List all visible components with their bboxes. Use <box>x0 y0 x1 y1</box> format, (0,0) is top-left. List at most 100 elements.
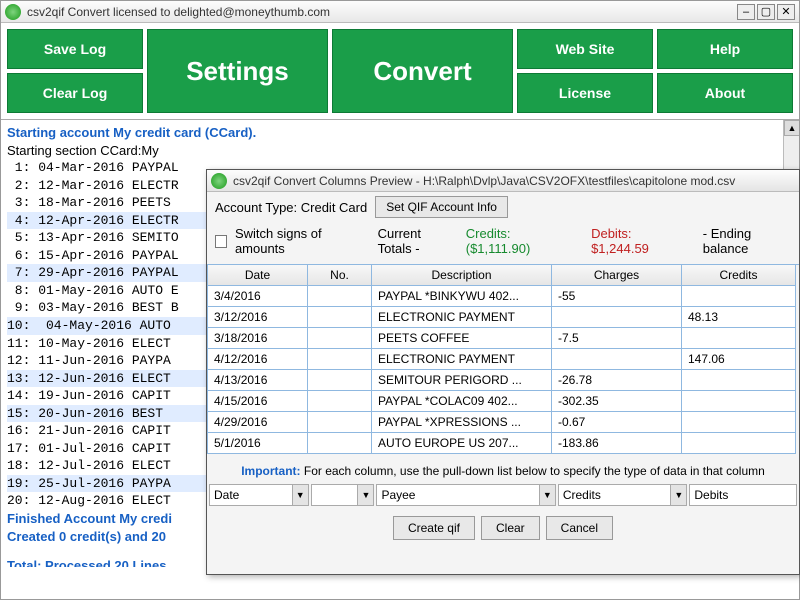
map-payee[interactable]: Payee▼ <box>376 484 555 506</box>
save-log-button[interactable]: Save Log <box>7 29 143 69</box>
table-cell[interactable]: 4/12/2016 <box>208 349 308 370</box>
set-qif-button[interactable]: Set QIF Account Info <box>375 196 508 218</box>
chevron-down-icon[interactable]: ▼ <box>292 485 308 505</box>
table-cell[interactable] <box>308 328 372 349</box>
table-cell[interactable] <box>308 349 372 370</box>
create-qif-button[interactable]: Create qif <box>393 516 475 540</box>
table-cell[interactable] <box>308 307 372 328</box>
table-cell[interactable]: 3/18/2016 <box>208 328 308 349</box>
map-date[interactable]: Date▼ <box>209 484 309 506</box>
table-cell[interactable]: SEMITOUR PERIGORD ... <box>372 370 552 391</box>
license-button[interactable]: License <box>517 73 653 113</box>
close-button[interactable]: ✕ <box>777 4 795 20</box>
action-row: Create qif Clear Cancel <box>207 506 799 550</box>
map-debits[interactable]: Debits <box>689 484 797 506</box>
table-cell[interactable]: 4/29/2016 <box>208 412 308 433</box>
table-cell[interactable]: 5/1/2016 <box>208 433 308 454</box>
table-cell[interactable]: 4/15/2016 <box>208 391 308 412</box>
chevron-down-icon[interactable]: ▼ <box>539 485 555 505</box>
important-note: Important: For each column, use the pull… <box>207 454 799 484</box>
cancel-button[interactable]: Cancel <box>546 516 613 540</box>
table-row[interactable]: 3/12/2016 ELECTRONIC PAYMENT 48.13 <box>208 307 799 328</box>
grid-header: Date No. Description Charges Credits <box>208 265 799 286</box>
table-cell[interactable] <box>552 349 682 370</box>
help-button[interactable]: Help <box>657 29 793 69</box>
clear-button[interactable]: Clear <box>481 516 540 540</box>
map-no[interactable]: ▼ <box>311 484 375 506</box>
table-cell[interactable] <box>682 328 796 349</box>
log-start-section: Starting section CCard:My <box>7 142 793 160</box>
table-cell[interactable] <box>682 433 796 454</box>
table-row[interactable]: 4/29/2016 PAYPAL *XPRESSIONS ...-0.67 <box>208 412 799 433</box>
table-cell[interactable]: 4/13/2016 <box>208 370 308 391</box>
table-cell[interactable]: -302.35 <box>552 391 682 412</box>
table-cell[interactable] <box>308 370 372 391</box>
table-cell[interactable] <box>308 433 372 454</box>
col-date[interactable]: Date <box>208 265 308 286</box>
table-cell[interactable]: 147.06 <box>682 349 796 370</box>
totals-row: Switch signs of amounts Current Totals -… <box>207 222 799 260</box>
table-cell[interactable]: 48.13 <box>682 307 796 328</box>
account-type-label: Account Type: Credit Card <box>215 200 367 215</box>
table-row[interactable]: 4/13/2016 SEMITOUR PERIGORD ...-26.78 <box>208 370 799 391</box>
table-cell[interactable]: -26.78 <box>552 370 682 391</box>
table-cell[interactable]: -55 <box>552 286 682 307</box>
convert-button[interactable]: Convert <box>332 29 513 113</box>
table-cell[interactable] <box>682 370 796 391</box>
web-site-button[interactable]: Web Site <box>517 29 653 69</box>
log-start-account: Starting account My credit card (CCard). <box>7 124 793 142</box>
col-no[interactable]: No. <box>308 265 372 286</box>
table-row[interactable]: 5/1/2016 AUTO EUROPE US 207...-183.86 <box>208 433 799 454</box>
table-cell[interactable] <box>308 412 372 433</box>
chevron-down-icon[interactable]: ▼ <box>357 485 373 505</box>
minimize-button[interactable]: – <box>737 4 755 20</box>
maximize-button[interactable]: ▢ <box>757 4 775 20</box>
col-charges[interactable]: Charges <box>552 265 682 286</box>
switch-signs-checkbox[interactable] <box>215 235 227 248</box>
table-cell[interactable]: PEETS COFFEE <box>372 328 552 349</box>
col-credits[interactable]: Credits <box>682 265 796 286</box>
table-row[interactable]: 4/15/2016 PAYPAL *COLAC09 402...-302.35 <box>208 391 799 412</box>
col-description[interactable]: Description <box>372 265 552 286</box>
settings-button[interactable]: Settings <box>147 29 328 113</box>
table-cell[interactable]: -0.67 <box>552 412 682 433</box>
table-cell[interactable] <box>552 307 682 328</box>
table-cell[interactable]: PAYPAL *XPRESSIONS ... <box>372 412 552 433</box>
preview-titlebar: csv2qif Convert Columns Preview - H:\Ral… <box>207 170 799 192</box>
table-cell[interactable]: -7.5 <box>552 328 682 349</box>
credits-total: Credits: ($1,111.90) <box>466 226 568 256</box>
debits-total: Debits: $1,244.59 <box>591 226 683 256</box>
table-row[interactable]: 3/18/2016 PEETS COFFEE-7.5 <box>208 328 799 349</box>
table-cell[interactable]: 3/12/2016 <box>208 307 308 328</box>
important-text: For each column, use the pull-down list … <box>301 464 765 478</box>
table-cell[interactable] <box>308 286 372 307</box>
toolbar: Save Log Clear Log Settings Convert Web … <box>1 23 799 119</box>
about-button[interactable]: About <box>657 73 793 113</box>
table-cell[interactable]: PAYPAL *BINKYWU 402... <box>372 286 552 307</box>
switch-signs-label: Switch signs of amounts <box>235 226 362 256</box>
scroll-up-icon[interactable]: ▲ <box>784 120 799 136</box>
table-row[interactable]: 4/12/2016 ELECTRONIC PAYMENT 147.06 <box>208 349 799 370</box>
current-totals-label: Current Totals - <box>378 226 458 256</box>
chevron-down-icon[interactable]: ▼ <box>670 485 686 505</box>
table-cell[interactable]: -183.86 <box>552 433 682 454</box>
table-cell[interactable] <box>682 391 796 412</box>
ending-balance-label: - Ending balance <box>703 226 791 256</box>
account-type-row: Account Type: Credit Card Set QIF Accoun… <box>207 192 799 222</box>
table-cell[interactable] <box>682 286 796 307</box>
map-credits[interactable]: Credits▼ <box>558 484 688 506</box>
table-cell[interactable] <box>308 391 372 412</box>
table-cell[interactable]: AUTO EUROPE US 207... <box>372 433 552 454</box>
column-map-row: Date▼ ▼ Payee▼ Credits▼ Debits <box>207 484 799 506</box>
table-row[interactable]: 3/4/2016 PAYPAL *BINKYWU 402...-55 <box>208 286 799 307</box>
clear-log-button[interactable]: Clear Log <box>7 73 143 113</box>
app-icon <box>211 173 227 189</box>
table-cell[interactable]: 3/4/2016 <box>208 286 308 307</box>
table-cell[interactable]: PAYPAL *COLAC09 402... <box>372 391 552 412</box>
main-titlebar: csv2qif Convert licensed to delighted@mo… <box>1 1 799 23</box>
preview-title: csv2qif Convert Columns Preview - H:\Ral… <box>233 174 795 188</box>
table-cell[interactable]: ELECTRONIC PAYMENT <box>372 349 552 370</box>
table-cell[interactable] <box>682 412 796 433</box>
table-cell[interactable]: ELECTRONIC PAYMENT <box>372 307 552 328</box>
app-icon <box>5 4 21 20</box>
